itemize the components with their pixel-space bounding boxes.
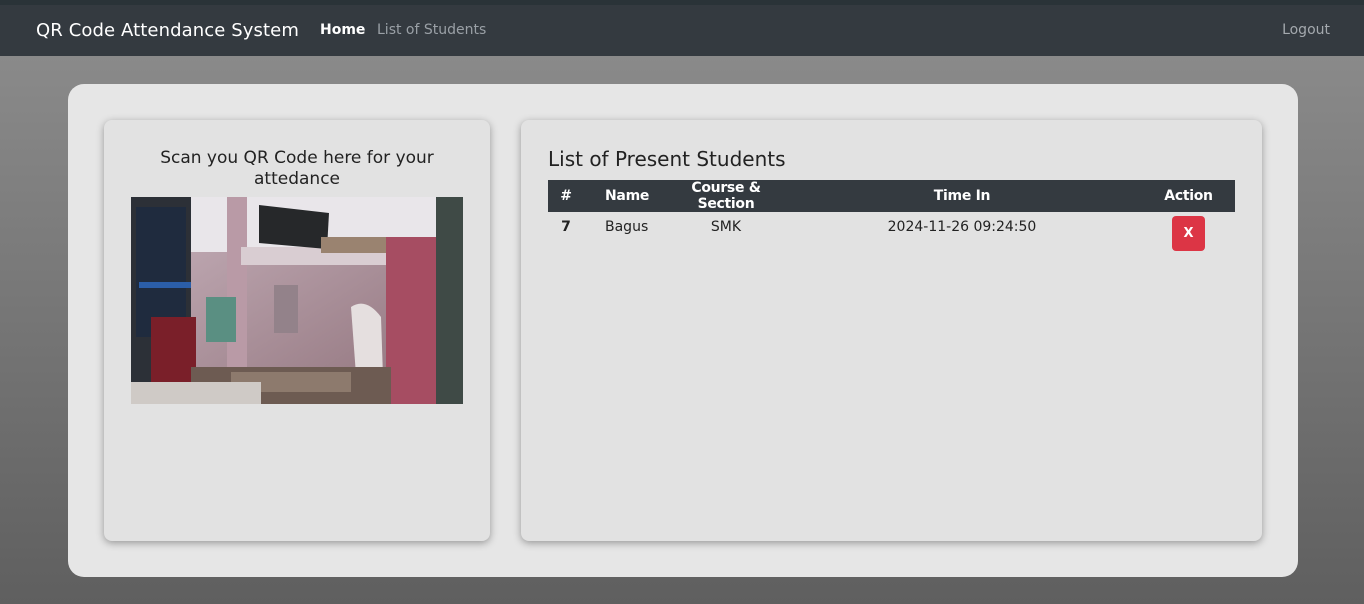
- nav-link-list-of-students[interactable]: List of Students: [377, 22, 486, 38]
- main-card: Scan you QR Code here for your attedance: [68, 84, 1298, 577]
- scanner-title: Scan you QR Code here for your attedance: [160, 148, 434, 189]
- present-students-table: # Name Course & Section Time In Action 7…: [548, 180, 1235, 251]
- brand-title[interactable]: QR Code Attendance System: [36, 20, 299, 41]
- col-header-course-section: Course & Section: [691, 180, 761, 212]
- cell-course: SMK: [710, 219, 742, 235]
- present-students-title: List of Present Students: [548, 147, 786, 171]
- col-header-name: Name: [605, 188, 650, 204]
- logout-link[interactable]: Logout: [1282, 22, 1330, 38]
- col-header-action: Action: [1164, 188, 1213, 204]
- table-row: 7 Bagus SMK 2024-11-26 09:24:50 X: [548, 212, 1235, 251]
- nav-link-home[interactable]: Home: [320, 22, 365, 38]
- camera-preview: [131, 197, 463, 404]
- delete-attendance-button[interactable]: X: [1172, 216, 1205, 251]
- table-header-row: # Name Course & Section Time In Action: [548, 180, 1235, 212]
- cell-id: 7: [561, 219, 571, 235]
- cell-action: X: [1142, 212, 1235, 251]
- cell-name: Bagus: [605, 219, 649, 235]
- camera-feed-image: [131, 197, 463, 404]
- navbar: QR Code Attendance System Home List of S…: [0, 0, 1364, 56]
- present-students-panel: List of Present Students # Name Course &…: [521, 120, 1262, 541]
- cell-time-in: 2024-11-26 09:24:50: [887, 219, 1037, 235]
- col-header-number: #: [560, 188, 572, 204]
- col-header-time-in: Time In: [933, 188, 991, 204]
- qr-scanner-panel: Scan you QR Code here for your attedance: [104, 120, 490, 541]
